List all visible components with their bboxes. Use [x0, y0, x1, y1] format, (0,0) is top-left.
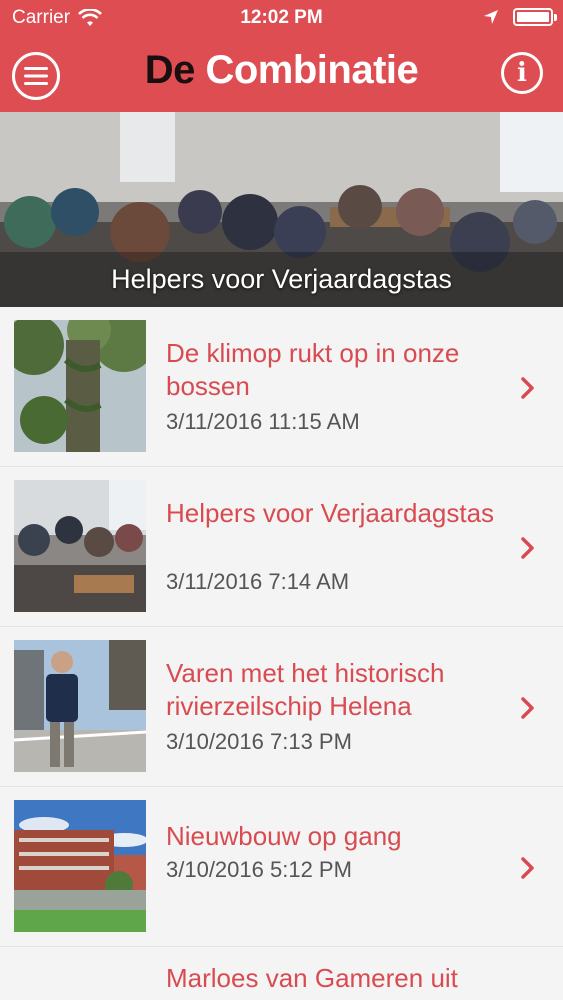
app-logo: De Combinatie — [0, 48, 563, 93]
battery-icon — [513, 8, 557, 26]
nav-bar: De Combinatie i — [0, 36, 563, 112]
logo-part-combinatie: Combinatie — [205, 48, 419, 92]
location-arrow-icon — [484, 10, 498, 24]
chevron-right-icon — [521, 857, 534, 879]
list-item[interactable]: Marloes van Gameren uit — [0, 947, 563, 1000]
status-time: 12:02 PM — [240, 7, 323, 28]
article-date: 3/11/2016 7:14 AM — [166, 569, 350, 594]
article-title: Helpers voor Verjaardagstas — [166, 498, 495, 528]
status-right — [483, 8, 557, 26]
article-thumbnail — [14, 320, 146, 452]
chevron-right-icon — [521, 537, 534, 559]
article-date: 3/11/2016 11:15 AM — [166, 409, 360, 434]
list-item[interactable]: De klimop rukt op in onze bossen 3/11/20… — [0, 307, 563, 467]
hero-caption: Helpers voor Verjaardagstas — [111, 264, 452, 294]
article-title: Marloes van Gameren uit — [166, 963, 458, 993]
chevron-right-icon — [521, 697, 534, 719]
article-thumbnail — [14, 640, 146, 772]
list-item[interactable]: Nieuwbouw op gang 3/10/2016 5:12 PM — [0, 787, 563, 947]
article-title: De klimop rukt op in onze bossen — [166, 338, 460, 401]
info-button[interactable]: i — [501, 52, 543, 94]
logo-part-de: De — [144, 48, 196, 92]
article-title: Varen met het historisch rivierzeilschip… — [166, 658, 445, 721]
info-icon: i — [517, 58, 527, 88]
article-date: 3/10/2016 7:13 PM — [166, 729, 352, 754]
list-item[interactable]: Varen met het historisch rivierzeilschip… — [0, 627, 563, 787]
hero-banner[interactable]: Helpers voor Verjaardagstas — [0, 112, 563, 307]
article-title: Nieuwbouw op gang — [166, 821, 402, 851]
top-bar: Carrier 12:02 PM De Combinatie i — [0, 0, 563, 112]
list-item[interactable]: Helpers voor Verjaardagstas 3/11/2016 7:… — [0, 467, 563, 627]
article-thumbnail — [14, 480, 146, 612]
status-bar: Carrier 12:02 PM — [0, 0, 563, 36]
article-thumbnail — [14, 800, 146, 932]
article-date: 3/10/2016 5:12 PM — [166, 857, 352, 882]
chevron-right-icon — [521, 377, 534, 399]
article-list: De klimop rukt op in onze bossen 3/11/20… — [0, 307, 563, 1000]
